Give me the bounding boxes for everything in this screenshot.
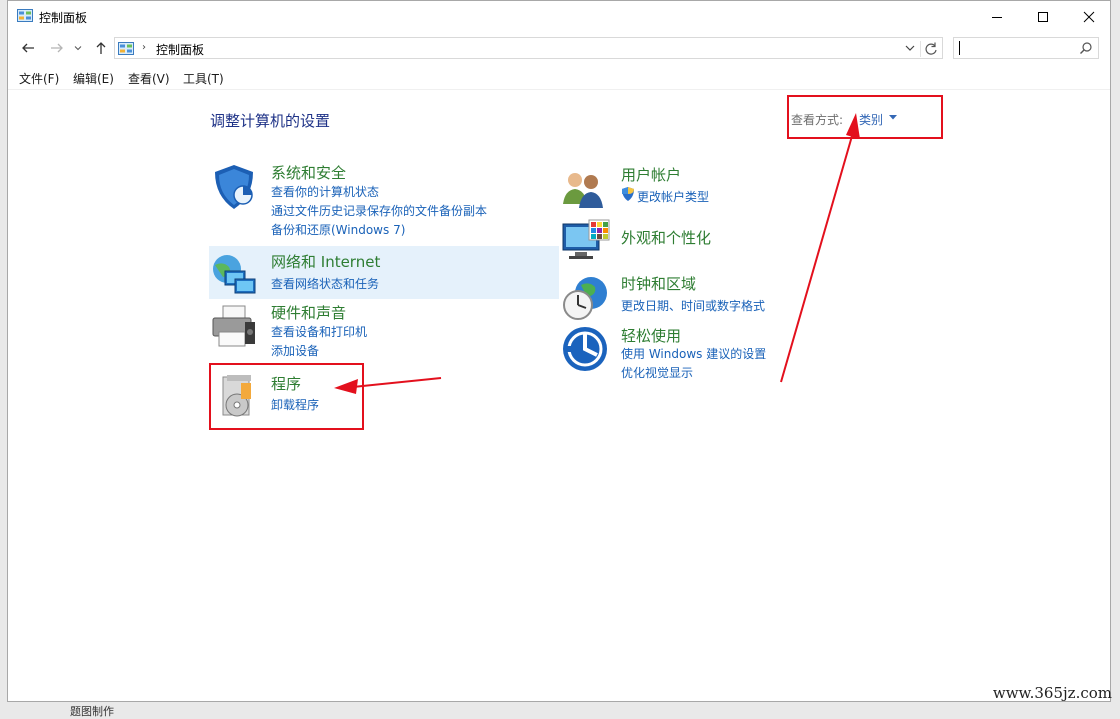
- up-button[interactable]: [92, 39, 110, 57]
- refresh-icon[interactable]: [920, 41, 939, 57]
- users-icon: [563, 173, 603, 208]
- close-icon: [1083, 11, 1095, 22]
- navigation-bar: › 控制面板: [8, 35, 1110, 61]
- arrow-to-programs: [352, 377, 442, 388]
- breadcrumb-separator-icon[interactable]: ›: [142, 42, 146, 53]
- link-devices-printers[interactable]: 查看设备和打印机: [271, 323, 367, 340]
- link-backup-restore[interactable]: 备份和还原(Windows 7): [271, 221, 405, 238]
- network-globe-icon: [213, 255, 256, 294]
- title-bar[interactable]: 控制面板: [8, 1, 1110, 33]
- back-arrow-icon: [22, 43, 34, 53]
- menu-view[interactable]: 查看(V): [128, 70, 170, 87]
- address-bar[interactable]: › 控制面板: [114, 37, 943, 59]
- clock-globe-icon: [563, 277, 607, 320]
- link-file-history-backup[interactable]: 通过文件历史记录保存你的文件备份副本: [271, 202, 487, 219]
- minimize-icon: [992, 16, 1002, 18]
- link-add-device[interactable]: 添加设备: [271, 342, 319, 359]
- shield-icon: [215, 165, 253, 209]
- maximize-icon: [1038, 11, 1048, 22]
- ease-of-access-icon: [563, 327, 607, 371]
- control-panel-icon: [118, 42, 134, 55]
- control-panel-icon: [17, 9, 33, 22]
- category-title[interactable]: 外观和个性化: [621, 227, 711, 248]
- window-title: 控制面板: [39, 11, 88, 25]
- chevron-down-icon: [74, 46, 82, 51]
- link-change-account-type[interactable]: 更改帐户类型: [637, 188, 709, 205]
- recent-locations-button[interactable]: [72, 39, 84, 57]
- link-recommended-settings[interactable]: 使用 Windows 建议的设置: [621, 345, 766, 362]
- close-button[interactable]: [1066, 1, 1112, 32]
- arrow-to-view-by: [780, 135, 853, 383]
- menu-edit[interactable]: 编辑(E): [73, 70, 114, 87]
- forward-button[interactable]: [48, 39, 66, 57]
- search-input[interactable]: [958, 40, 1073, 56]
- watermark-text: www.365jz.com: [992, 684, 1112, 702]
- breadcrumb-control-panel[interactable]: 控制面板: [156, 41, 204, 58]
- category-title[interactable]: 时钟和区域: [621, 273, 696, 294]
- annotation-box-view-by: [787, 95, 943, 139]
- minimize-button[interactable]: [974, 1, 1020, 32]
- link-optimize-display[interactable]: 优化视觉显示: [621, 364, 693, 381]
- category-title[interactable]: 轻松使用: [621, 325, 681, 346]
- address-dropdown-icon[interactable]: [903, 41, 917, 55]
- link-view-computer-status[interactable]: 查看你的计算机状态: [271, 183, 379, 200]
- menu-file[interactable]: 文件(F): [19, 70, 59, 87]
- hover-highlight: [209, 246, 559, 299]
- search-box[interactable]: [953, 37, 1099, 59]
- up-arrow-icon: [96, 42, 106, 54]
- category-title[interactable]: 用户帐户: [621, 164, 681, 185]
- printer-icon: [212, 305, 255, 347]
- annotation-arrows: [334, 113, 860, 394]
- menu-bar: 文件(F) 编辑(E) 查看(V) 工具(T): [8, 67, 1110, 90]
- uac-shield-icon: [622, 187, 634, 201]
- monitor-palette-icon: [562, 219, 610, 259]
- annotation-box-programs: [209, 363, 364, 430]
- menu-tools[interactable]: 工具(T): [183, 70, 224, 87]
- control-panel-window: 控制面板 › 控制面板 文件(F) 编辑(E) 查看(V) 工具(T) 调整计算…: [7, 0, 1111, 702]
- category-title[interactable]: 网络和 Internet: [271, 251, 380, 272]
- link-network-status[interactable]: 查看网络状态和任务: [271, 275, 379, 292]
- search-icon[interactable]: [1079, 41, 1093, 55]
- forward-arrow-icon: [51, 43, 63, 53]
- back-button[interactable]: [19, 39, 37, 57]
- category-title[interactable]: 硬件和声音: [271, 302, 346, 323]
- link-change-date-time[interactable]: 更改日期、时间或数字格式: [621, 297, 765, 314]
- maximize-button[interactable]: [1020, 1, 1066, 32]
- category-title[interactable]: 系统和安全: [271, 162, 346, 183]
- text-caret: [959, 41, 960, 55]
- taskbar-hint: 题图制作: [70, 705, 114, 718]
- page-title: 调整计算机的设置: [210, 112, 331, 130]
